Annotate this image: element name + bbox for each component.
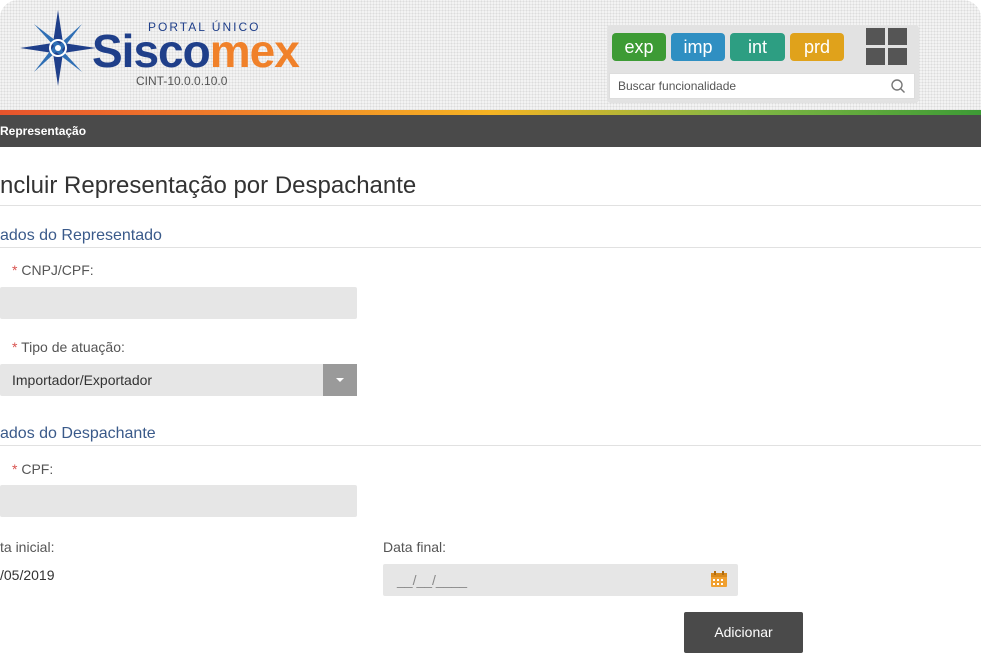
page-title: ncluir Representação por Despachante [0,172,417,199]
site-header: PORTAL ÚNICO Siscomex CINT-10.0.0.10.0 e… [0,0,981,110]
brand-logo[interactable]: Siscomex [92,25,300,77]
data-final-label: Data final: [383,539,447,555]
breadcrumb[interactable]: Representação [0,124,86,138]
required-mark: * [12,461,18,477]
env-exp-button[interactable]: exp [612,33,666,61]
cnpj-cpf-input[interactable] [0,287,357,319]
cpf-input[interactable] [0,485,357,517]
cnpj-cpf-label: * CNPJ/CPF: [12,262,94,278]
cnpj-cpf-label-text: CNPJ/CPF: [21,262,94,278]
env-imp-button[interactable]: imp [671,33,725,61]
breadcrumb-bar: Representação [0,115,981,147]
tipo-atuacao-label: * Tipo de atuação: [12,339,125,355]
tipo-atuacao-select[interactable]: Importador/Exportador [0,364,357,396]
section-divider [0,445,981,446]
tipo-atuacao-label-text: Tipo de atuação: [21,339,125,355]
calendar-icon[interactable] [710,570,728,588]
section-representado-heading: ados do Representado [0,227,162,244]
env-prd-button[interactable]: prd [790,33,844,61]
version-label: CINT-10.0.0.10.0 [136,74,228,88]
data-final-mask: __/__/____ [397,572,468,588]
add-button[interactable]: Adicionar [684,612,803,653]
search-placeholder: Buscar funcionalidade [618,79,737,93]
search-icon[interactable] [890,78,906,94]
search-input[interactable]: Buscar funcionalidade [609,73,915,99]
app-window: PORTAL ÚNICO Siscomex CINT-10.0.0.10.0 e… [0,0,981,660]
required-mark: * [12,339,18,355]
required-mark: * [12,262,18,278]
cpf-label: * CPF: [12,461,53,477]
brand-part2: mex [209,25,300,77]
compass-star-logo-icon [20,10,96,86]
grid-icon[interactable] [866,28,908,66]
title-divider [0,205,981,206]
data-final-input[interactable]: __/__/____ [383,564,738,596]
data-inicial-label: ta inicial: [0,539,55,555]
section-despachante-heading: ados do Despachante [0,425,156,442]
chevron-down-icon[interactable] [323,364,357,396]
section-divider [0,247,981,248]
tipo-atuacao-value: Importador/Exportador [12,372,153,388]
brand-part1: Sisco [92,25,211,77]
env-int-button[interactable]: int [730,33,785,61]
data-inicial-value: /05/2019 [0,567,55,583]
cpf-label-text: CPF: [21,461,54,477]
